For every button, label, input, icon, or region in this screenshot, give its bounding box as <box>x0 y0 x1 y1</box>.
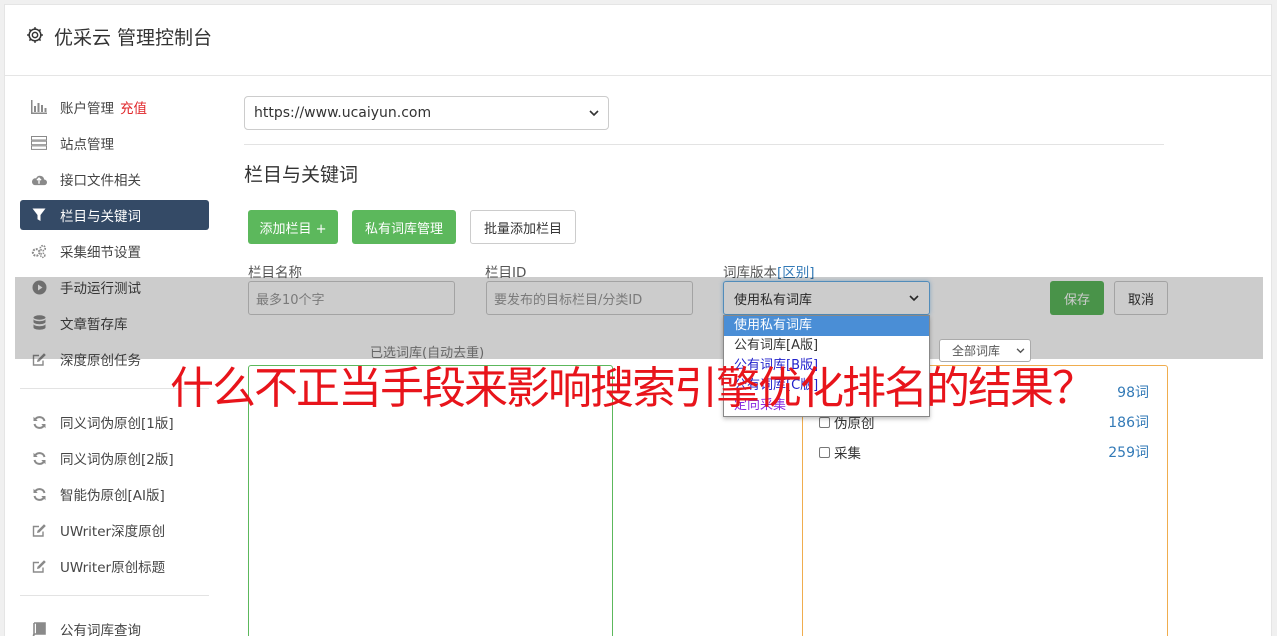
library-count[interactable]: 259词 <box>1108 442 1149 462</box>
dropdown-option-directed[interactable]: 定向采集 <box>724 396 929 416</box>
recharge-link[interactable]: 充值 <box>120 97 147 117</box>
dropdown-option-public-c[interactable]: 公有词库[C版] <box>724 376 929 396</box>
sidebar-item-sites[interactable]: 站点管理 <box>20 128 209 158</box>
selected-libraries-box[interactable] <box>248 365 613 636</box>
sidebar-divider <box>20 388 209 389</box>
sidebar-item-label: 采集细节设置 <box>60 245 141 261</box>
dropdown-option-private[interactable]: 使用私有词库 <box>724 316 929 336</box>
library-checkbox[interactable] <box>819 446 830 458</box>
sidebar-item-uwriter-deep[interactable]: UWriter深度原创 <box>20 515 209 545</box>
library-checkbox[interactable] <box>819 416 830 428</box>
cloud-upload-icon <box>31 171 47 187</box>
dropdown-option-public-b[interactable]: 公有词库[B版] <box>724 356 929 376</box>
bar-chart-icon <box>31 99 47 115</box>
divider <box>244 144 1164 145</box>
refresh-icon <box>31 414 47 430</box>
site-select-value: https://www.ucaiyun.com <box>254 105 432 121</box>
sidebar-item-label: 同义词伪原创[2版] <box>60 452 174 468</box>
sidebar-item-synonym-v1[interactable]: 同义词伪原创[1版] <box>20 407 209 437</box>
library-name: 采集 <box>834 446 861 462</box>
sidebar-item-label: 公有词库查询 <box>60 623 141 636</box>
library-count[interactable]: 186词 <box>1108 412 1149 432</box>
sidebar-item-label: UWriter深度原创 <box>60 524 166 540</box>
library-count[interactable]: 98词 <box>1117 382 1149 402</box>
book-icon <box>31 621 47 636</box>
chevron-down-icon <box>1016 347 1025 353</box>
header: 优采云 管理控制台 <box>5 5 1271 76</box>
sidebar-item-label: 智能伪原创[AI版] <box>60 488 165 504</box>
refresh-icon <box>31 486 47 502</box>
chevron-down-icon <box>589 109 599 116</box>
sidebar-item-label: 站点管理 <box>60 137 114 153</box>
library-row[interactable]: 采集 259词 <box>819 442 1149 462</box>
sidebar-item-account[interactable]: 账户管理 充值 <box>20 92 209 122</box>
sidebar-divider <box>20 595 209 596</box>
sidebar-item-synonym-v2[interactable]: 同义词伪原创[2版] <box>20 443 209 473</box>
edit-icon <box>31 522 47 538</box>
batch-add-column-button[interactable]: 批量添加栏目 <box>470 210 576 244</box>
sidebar-item-columns-keywords[interactable]: 栏目与关键词 <box>20 200 209 230</box>
page-title: 优采云 管理控制台 <box>54 27 213 49</box>
sidebar-item-label: 同义词伪原创[1版] <box>60 416 174 432</box>
add-column-button[interactable]: 添加栏目 + <box>248 210 338 244</box>
site-select[interactable]: https://www.ucaiyun.com <box>244 96 609 130</box>
cogs-icon <box>31 243 47 259</box>
sidebar-item-public-lib-query[interactable]: 公有词库查询 <box>20 614 209 636</box>
refresh-icon <box>31 450 47 466</box>
sidebar: 账户管理 充值 站点管理 接口文件相关 栏目与关键词 采集细节设置 手动运行测试… <box>20 92 209 636</box>
sidebar-item-label: UWriter原创标题 <box>60 560 166 576</box>
library-filter-value: 全部词库 <box>952 344 1001 358</box>
selected-libraries-title: 已选词库(自动去重) <box>370 346 485 361</box>
sidebar-item-label: 接口文件相关 <box>60 173 141 189</box>
sidebar-item-label: 账户管理 <box>60 101 114 117</box>
dropdown-option-public-a[interactable]: 公有词库[A版] <box>724 336 929 356</box>
library-version-dropdown[interactable]: 使用私有词库 公有词库[A版] 公有词库[B版] 公有词库[C版] 定向采集 <box>723 315 930 417</box>
server-icon <box>31 135 47 151</box>
sidebar-item-interface[interactable]: 接口文件相关 <box>20 164 209 194</box>
filter-icon <box>31 207 47 223</box>
modal-backdrop <box>15 277 1263 359</box>
sidebar-item-uwriter-title[interactable]: UWriter原创标题 <box>20 551 209 581</box>
gear-icon <box>27 27 43 43</box>
private-library-button[interactable]: 私有词库管理 <box>352 210 456 244</box>
sidebar-item-ai-original[interactable]: 智能伪原创[AI版] <box>20 479 209 509</box>
sidebar-item-collect-settings[interactable]: 采集细节设置 <box>20 236 209 266</box>
library-filter-select[interactable]: 全部词库 <box>939 339 1031 362</box>
sidebar-item-label: 栏目与关键词 <box>60 209 141 225</box>
edit-icon <box>31 558 47 574</box>
section-title: 栏目与关键词 <box>244 164 359 186</box>
